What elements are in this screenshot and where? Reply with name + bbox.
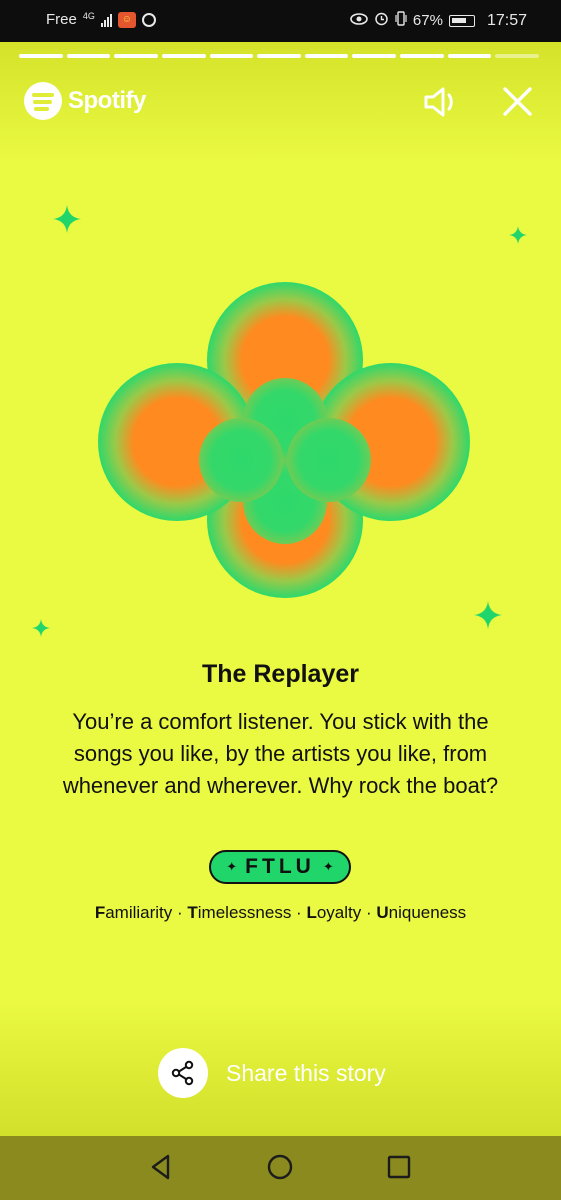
flower-artwork — [98, 282, 470, 598]
eye-icon — [350, 12, 368, 30]
trait: Loyalty — [306, 903, 362, 922]
progress-segment — [304, 54, 349, 58]
trait: Familiarity — [94, 903, 173, 922]
status-left: Free 4G ☺ — [46, 11, 156, 28]
nav-back-button[interactable] — [144, 1150, 178, 1184]
progress-segment — [495, 54, 540, 58]
progress-segment — [447, 54, 492, 58]
personality-code: FTLU — [245, 855, 315, 878]
spotify-logo-icon — [24, 82, 62, 120]
spotify-logo: Spotify — [24, 82, 146, 120]
nav-home-icon — [267, 1154, 293, 1180]
progress-segment — [257, 54, 301, 58]
sparkle-icon: ✦ — [226, 859, 238, 874]
share-story-label: Share this story — [226, 1059, 386, 1086]
progress-segment — [114, 54, 158, 58]
status-right: 67% 17:57 — [350, 11, 527, 30]
sparkle-icon — [32, 619, 50, 637]
nav-back-icon — [151, 1154, 170, 1180]
whatsapp-icon — [141, 12, 156, 27]
progress-segment — [19, 54, 63, 58]
sound-button[interactable] — [420, 84, 464, 120]
sparkle-icon — [474, 601, 502, 629]
personality-code-badge: ✦ FTLU ✦ — [209, 850, 351, 884]
progress-segment — [209, 54, 254, 58]
trait: Uniqueness — [376, 903, 467, 922]
spotify-wordmark: Spotify — [68, 87, 146, 114]
progress-segment — [352, 54, 397, 58]
progress-segment — [66, 54, 111, 58]
personality-title: The Replayer — [201, 660, 359, 688]
trait: Timelessness — [187, 903, 292, 922]
share-icon — [158, 1048, 208, 1098]
sparkle-icon: ✦ — [322, 859, 334, 874]
sparkle-icon — [53, 205, 81, 233]
alarm-icon — [374, 11, 389, 30]
personality-traits: Familiarity · Timelessness · Loyalty · U… — [94, 903, 467, 922]
story-progress — [19, 54, 540, 58]
progress-segment — [400, 54, 444, 58]
status-bar: Free 4G ☺ 67% 17:57 — [0, 0, 561, 42]
clock: 17:57 — [486, 11, 527, 29]
close-icon — [503, 87, 532, 116]
shopping-app-icon: ☺ — [117, 11, 136, 28]
sparkle-icon — [509, 226, 527, 244]
inner-petal-left — [199, 418, 283, 502]
story-view[interactable]: Spotify The Replayer You’re a comfort li… — [0, 42, 561, 1136]
nav-recents-icon — [387, 1155, 411, 1179]
nav-home-button[interactable] — [263, 1150, 297, 1184]
navigation-bar — [0, 1136, 561, 1200]
network-label: 4G — [82, 11, 95, 21]
close-button[interactable] — [498, 84, 536, 120]
sound-icon — [424, 87, 453, 117]
signal-icon — [100, 13, 112, 27]
nav-recents-button[interactable] — [382, 1150, 416, 1184]
personality-description: You’re a comfort listener. You stick wit… — [62, 709, 499, 798]
share-story-button[interactable]: Share this story — [158, 1048, 386, 1098]
carrier-label: Free — [46, 11, 77, 28]
vibrate-icon — [395, 11, 407, 30]
battery-icon — [448, 14, 475, 27]
battery-percent: 67% — [412, 12, 443, 29]
progress-segment — [161, 54, 206, 58]
inner-petal-right — [287, 418, 371, 502]
